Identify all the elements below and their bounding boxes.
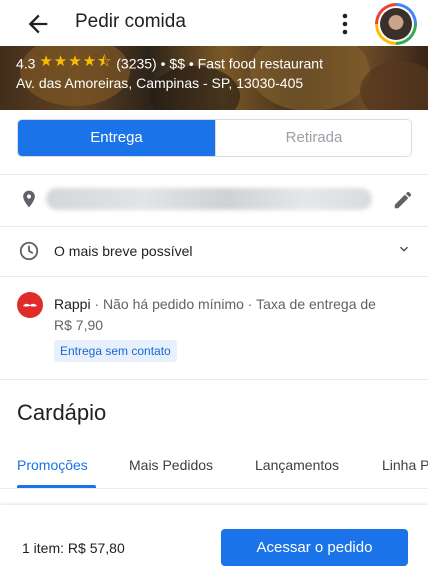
pickup-option-button[interactable]: Retirada [215, 120, 411, 156]
page-title: Pedir comida [75, 11, 186, 32]
tab-linha[interactable]: Linha P [382, 457, 428, 473]
tab-lancamentos[interactable]: Lançamentos [255, 457, 339, 473]
separator: • [188, 55, 194, 72]
delivery-fee: R$ 7,90 [54, 317, 104, 333]
chevron-down-icon[interactable] [396, 241, 412, 257]
price-level: $$ [169, 55, 185, 72]
rating-stars: ★★★★⯪ [39, 53, 113, 70]
divider [0, 174, 428, 175]
divider [0, 226, 428, 227]
review-count: (3235) [116, 55, 157, 72]
cart-summary: 1 item: R$ 57,80 [22, 540, 125, 556]
provider-name: Rappi [54, 296, 91, 312]
cart-bar: 1 item: R$ 57,80 Acessar o pedido [0, 505, 428, 571]
divider [0, 276, 428, 277]
restaurant-category: Fast food restaurant [197, 55, 323, 72]
location-pin-icon [23, 190, 35, 208]
delivery-address-blurred[interactable] [46, 188, 372, 210]
restaurant-address: Av. das Amoreiras, Campinas - SP, 13030-… [16, 75, 304, 91]
app-bar: Pedir comida [0, 0, 428, 46]
divider [0, 379, 428, 380]
rating-value: 4.3 [16, 55, 36, 72]
restaurant-banner: 4.3 ★★★★⯪ (3235) • $$ • Fast food restau… [0, 46, 428, 110]
separator: • [160, 55, 166, 72]
checkout-button[interactable]: Acessar o pedido [221, 529, 408, 566]
tab-promocoes[interactable]: Promoções [17, 457, 88, 473]
rappi-logo-icon [17, 292, 43, 318]
avatar[interactable] [375, 3, 417, 45]
clock-icon [19, 241, 39, 261]
contactless-badge: Entrega sem contato [54, 340, 177, 362]
rating-row: 4.3 ★★★★⯪ (3235) • $$ • Fast food restau… [16, 51, 323, 76]
menu-title: Cardápio [17, 400, 107, 425]
divider [0, 488, 428, 489]
more-vert-icon[interactable] [336, 11, 354, 37]
back-arrow-icon[interactable] [24, 10, 52, 38]
delivery-mode-toggle: Entrega Retirada [17, 119, 412, 157]
tab-mais-pedidos[interactable]: Mais Pedidos [129, 457, 213, 473]
provider-info: Rappi · Não há pedido mínimo · Taxa de e… [54, 296, 376, 312]
provider-terms: · Não há pedido mínimo · Taxa de entrega… [90, 296, 376, 312]
delivery-time-label[interactable]: O mais breve possível [54, 243, 193, 259]
delivery-option-button[interactable]: Entrega [18, 120, 215, 156]
edit-pencil-icon[interactable] [392, 189, 414, 211]
avatar-photo [380, 8, 412, 40]
